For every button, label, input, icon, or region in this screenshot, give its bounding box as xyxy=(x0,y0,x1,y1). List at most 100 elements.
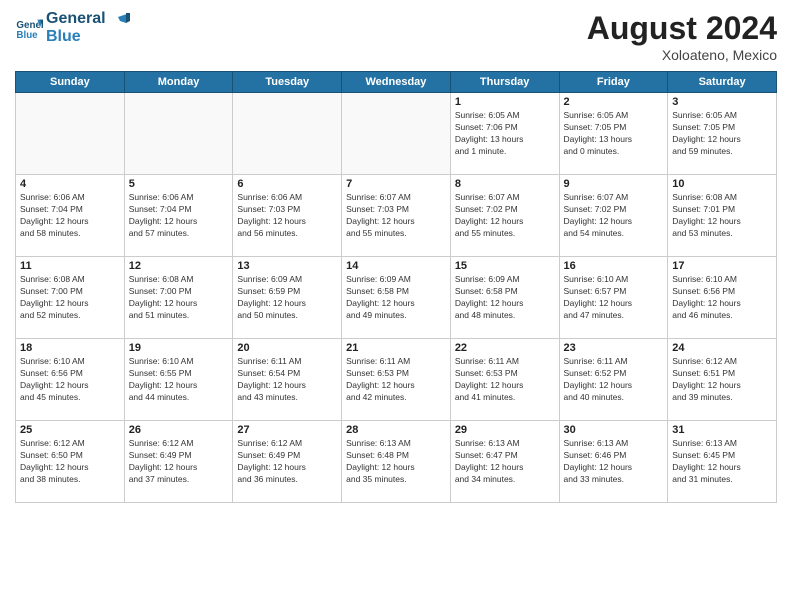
day-info: Sunrise: 6:08 AM Sunset: 7:01 PM Dayligh… xyxy=(672,192,772,240)
day-number: 1 xyxy=(455,96,555,108)
calendar-cell xyxy=(233,93,342,175)
calendar-cell: 28 Sunrise: 6:13 AM Sunset: 6:48 PM Dayli… xyxy=(342,421,451,503)
calendar-cell: 5 Sunrise: 6:06 AM Sunset: 7:04 PM Daylig… xyxy=(124,175,233,257)
day-info: Sunrise: 6:13 AM Sunset: 6:45 PM Dayligh… xyxy=(672,438,772,486)
calendar-cell: 7Sunrise: 6:07 AM Sunset: 7:03 PM Daylig… xyxy=(342,175,451,257)
days-row: Sunday Monday Tuesday Wednesday Thursday… xyxy=(16,72,777,93)
day-info: Sunrise: 6:12 AM Sunset: 6:49 PM Dayligh… xyxy=(129,438,229,486)
calendar-cell: 25Sunrise: 6:12 AM Sunset: 6:50 PM Dayli… xyxy=(16,421,125,503)
svg-text:Blue: Blue xyxy=(16,29,38,40)
day-info: Sunrise: 6:06 AM Sunset: 7:04 PM Dayligh… xyxy=(20,192,120,240)
day-info: Sunrise: 6:10 AM Sunset: 6:57 PM Dayligh… xyxy=(564,274,664,322)
calendar-cell: 17 Sunrise: 6:10 AM Sunset: 6:56 PM Dayli… xyxy=(668,257,777,339)
calendar-cell: 1 Sunrise: 6:05 AM Sunset: 7:06 PM Daylig… xyxy=(450,93,559,175)
calendar-cell: 13Sunrise: 6:09 AM Sunset: 6:59 PM Dayli… xyxy=(233,257,342,339)
day-info: Sunrise: 6:07 AM Sunset: 7:02 PM Dayligh… xyxy=(564,192,664,240)
th-monday: Monday xyxy=(124,72,233,93)
calendar-cell: 29Sunrise: 6:13 AM Sunset: 6:47 PM Dayli… xyxy=(450,421,559,503)
day-number: 6 xyxy=(237,178,337,190)
day-info: Sunrise: 6:11 AM Sunset: 6:53 PM Dayligh… xyxy=(455,356,555,404)
day-info: Sunrise: 6:06 AM Sunset: 7:03 PM Dayligh… xyxy=(237,192,337,240)
calendar-cell: 14 Sunrise: 6:09 AM Sunset: 6:58 PM Dayli… xyxy=(342,257,451,339)
day-info: Sunrise: 6:06 AM Sunset: 7:04 PM Dayligh… xyxy=(129,192,229,240)
day-info: Sunrise: 6:07 AM Sunset: 7:03 PM Dayligh… xyxy=(346,192,446,240)
calendar-container: General Blue General Blue August 2024 Xo… xyxy=(0,0,792,612)
day-info: Sunrise: 6:12 AM Sunset: 6:51 PM Dayligh… xyxy=(672,356,772,404)
day-info: Sunrise: 6:09 AM Sunset: 6:58 PM Dayligh… xyxy=(455,274,555,322)
day-number: 4 xyxy=(20,178,120,190)
calendar-week-4: 18 Sunrise: 6:10 AM Sunset: 6:56 PM Dayli… xyxy=(16,339,777,421)
calendar-body: 1 Sunrise: 6:05 AM Sunset: 7:06 PM Daylig… xyxy=(16,93,777,503)
day-number: 8 xyxy=(455,178,555,190)
th-saturday: Saturday xyxy=(668,72,777,93)
day-info: Sunrise: 6:10 AM Sunset: 6:56 PM Dayligh… xyxy=(672,274,772,322)
calendar-week-5: 25Sunrise: 6:12 AM Sunset: 6:50 PM Dayli… xyxy=(16,421,777,503)
calendar-cell: 30 Sunrise: 6:13 AM Sunset: 6:46 PM Dayli… xyxy=(559,421,668,503)
calendar-week-1: 1 Sunrise: 6:05 AM Sunset: 7:06 PM Daylig… xyxy=(16,93,777,175)
day-info: Sunrise: 6:05 AM Sunset: 7:06 PM Dayligh… xyxy=(455,110,555,158)
th-tuesday: Tuesday xyxy=(233,72,342,93)
day-number: 26 xyxy=(129,424,229,436)
calendar-cell: 22Sunrise: 6:11 AM Sunset: 6:53 PM Dayli… xyxy=(450,339,559,421)
logo-icon: General Blue xyxy=(15,14,43,42)
day-info: Sunrise: 6:08 AM Sunset: 7:00 PM Dayligh… xyxy=(20,274,120,322)
day-number: 28 xyxy=(346,424,446,436)
calendar-cell: 20 Sunrise: 6:11 AM Sunset: 6:54 PM Dayli… xyxy=(233,339,342,421)
calendar-cell: 6 Sunrise: 6:06 AM Sunset: 7:03 PM Daylig… xyxy=(233,175,342,257)
title-block: August 2024 Xoloateno, Mexico xyxy=(587,10,777,63)
calendar-cell: 2 Sunrise: 6:05 AM Sunset: 7:05 PM Daylig… xyxy=(559,93,668,175)
day-number: 20 xyxy=(237,342,337,354)
calendar-cell: 4 Sunrise: 6:06 AM Sunset: 7:04 PM Daylig… xyxy=(16,175,125,257)
day-number: 10 xyxy=(672,178,772,190)
day-info: Sunrise: 6:08 AM Sunset: 7:00 PM Dayligh… xyxy=(129,274,229,322)
day-number: 17 xyxy=(672,260,772,272)
day-info: Sunrise: 6:09 AM Sunset: 6:58 PM Dayligh… xyxy=(346,274,446,322)
th-friday: Friday xyxy=(559,72,668,93)
day-number: 23 xyxy=(564,342,664,354)
day-info: Sunrise: 6:13 AM Sunset: 6:48 PM Dayligh… xyxy=(346,438,446,486)
day-info: Sunrise: 6:11 AM Sunset: 6:52 PM Dayligh… xyxy=(564,356,664,404)
calendar-cell: 26 Sunrise: 6:12 AM Sunset: 6:49 PM Dayli… xyxy=(124,421,233,503)
day-number: 30 xyxy=(564,424,664,436)
th-wednesday: Wednesday xyxy=(342,72,451,93)
calendar-table: Sunday Monday Tuesday Wednesday Thursday… xyxy=(15,71,777,503)
day-info: Sunrise: 6:10 AM Sunset: 6:56 PM Dayligh… xyxy=(20,356,120,404)
day-number: 27 xyxy=(237,424,337,436)
day-number: 2 xyxy=(564,96,664,108)
calendar-cell xyxy=(342,93,451,175)
day-info: Sunrise: 6:05 AM Sunset: 7:05 PM Dayligh… xyxy=(564,110,664,158)
logo-blue: Blue xyxy=(46,28,106,46)
day-info: Sunrise: 6:05 AM Sunset: 7:05 PM Dayligh… xyxy=(672,110,772,158)
calendar-header: Sunday Monday Tuesday Wednesday Thursday… xyxy=(16,72,777,93)
day-info: Sunrise: 6:13 AM Sunset: 6:47 PM Dayligh… xyxy=(455,438,555,486)
calendar-cell: 11 Sunrise: 6:08 AM Sunset: 7:00 PM Dayli… xyxy=(16,257,125,339)
day-info: Sunrise: 6:10 AM Sunset: 6:55 PM Dayligh… xyxy=(129,356,229,404)
day-number: 3 xyxy=(672,96,772,108)
calendar-cell: 10 Sunrise: 6:08 AM Sunset: 7:01 PM Dayli… xyxy=(668,175,777,257)
day-number: 14 xyxy=(346,260,446,272)
day-number: 31 xyxy=(672,424,772,436)
location: Xoloateno, Mexico xyxy=(587,47,777,63)
day-info: Sunrise: 6:13 AM Sunset: 6:46 PM Dayligh… xyxy=(564,438,664,486)
calendar-cell xyxy=(16,93,125,175)
day-number: 19 xyxy=(129,342,229,354)
day-number: 16 xyxy=(564,260,664,272)
day-number: 21 xyxy=(346,342,446,354)
logo-general: General xyxy=(46,10,106,28)
day-number: 5 xyxy=(129,178,229,190)
day-number: 9 xyxy=(564,178,664,190)
calendar-cell: 27Sunrise: 6:12 AM Sunset: 6:49 PM Dayli… xyxy=(233,421,342,503)
calendar-cell: 16 Sunrise: 6:10 AM Sunset: 6:57 PM Dayli… xyxy=(559,257,668,339)
calendar-cell: 9 Sunrise: 6:07 AM Sunset: 7:02 PM Daylig… xyxy=(559,175,668,257)
header: General Blue General Blue August 2024 Xo… xyxy=(15,10,777,63)
day-info: Sunrise: 6:09 AM Sunset: 6:59 PM Dayligh… xyxy=(237,274,337,322)
day-info: Sunrise: 6:11 AM Sunset: 6:54 PM Dayligh… xyxy=(237,356,337,404)
day-number: 18 xyxy=(20,342,120,354)
day-number: 15 xyxy=(455,260,555,272)
calendar-cell: 23 Sunrise: 6:11 AM Sunset: 6:52 PM Dayli… xyxy=(559,339,668,421)
day-info: Sunrise: 6:07 AM Sunset: 7:02 PM Dayligh… xyxy=(455,192,555,240)
day-number: 11 xyxy=(20,260,120,272)
calendar-cell: 31 Sunrise: 6:13 AM Sunset: 6:45 PM Dayli… xyxy=(668,421,777,503)
calendar-cell: 8 Sunrise: 6:07 AM Sunset: 7:02 PM Daylig… xyxy=(450,175,559,257)
calendar-cell xyxy=(124,93,233,175)
